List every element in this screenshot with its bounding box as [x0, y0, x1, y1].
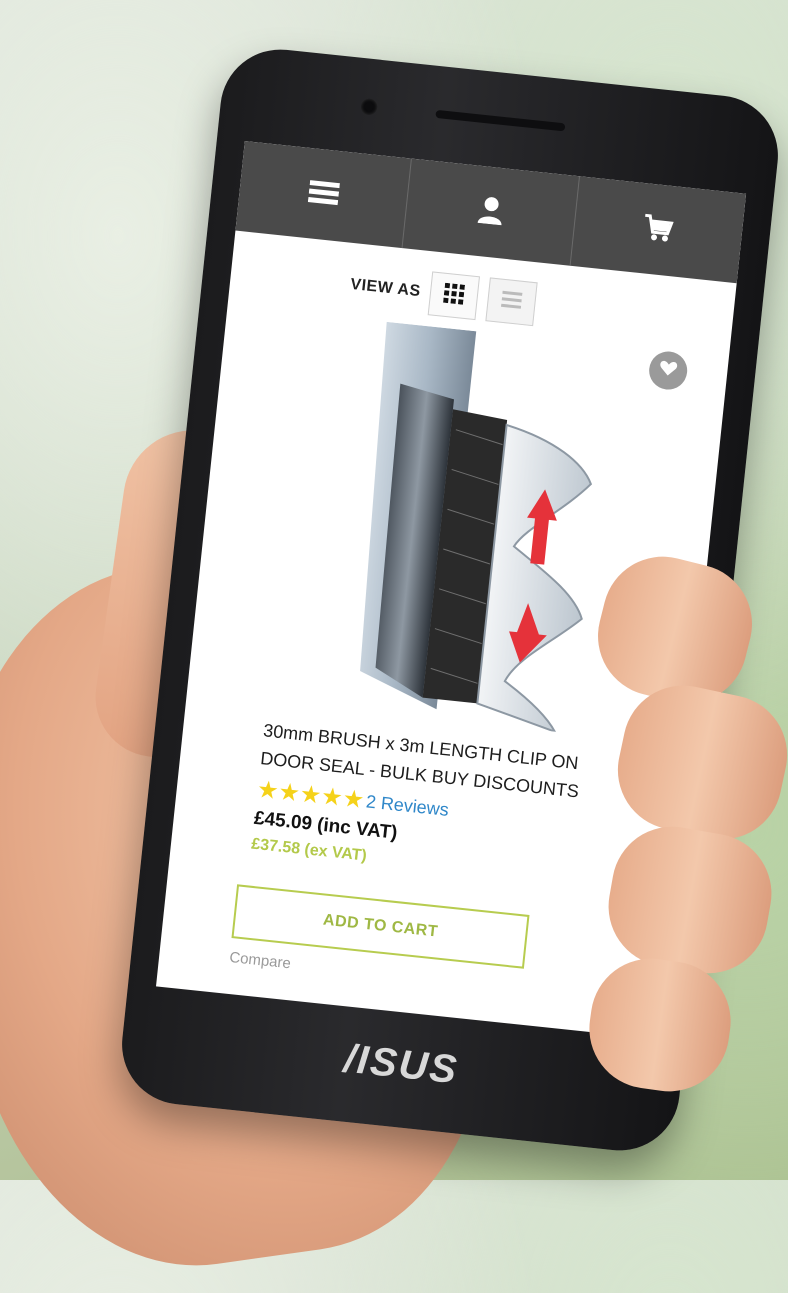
- grid-view-icon: [443, 282, 466, 309]
- star-icon: ★: [319, 782, 345, 812]
- heart-icon: [658, 359, 678, 382]
- list-view-icon: [501, 289, 524, 314]
- product-image[interactable]: [326, 320, 615, 734]
- star-icon: ★: [277, 778, 302, 808]
- list-view-button[interactable]: [485, 277, 539, 327]
- grid-view-button[interactable]: [428, 271, 481, 321]
- star-icon: ★: [298, 780, 323, 810]
- wishlist-button[interactable]: [647, 349, 690, 392]
- cart-button[interactable]: [570, 176, 746, 283]
- reviews-link[interactable]: 2 Reviews: [365, 791, 450, 821]
- compare-link[interactable]: Compare: [229, 949, 292, 972]
- view-as-label: VIEW AS: [349, 275, 422, 301]
- star-icon: ★: [255, 775, 280, 806]
- account-button[interactable]: [402, 158, 580, 266]
- menu-icon: [307, 179, 340, 211]
- price-ex-vat: £37.58 (ex VAT): [250, 835, 368, 865]
- photo-scene: VIEW AS 30mm BRUSH x 3m LENGTH CLIP ON D…: [0, 0, 788, 1293]
- menu-button[interactable]: [235, 141, 413, 249]
- user-icon: [476, 194, 505, 230]
- star-icon: ★: [341, 784, 366, 815]
- cart-icon: [642, 212, 675, 248]
